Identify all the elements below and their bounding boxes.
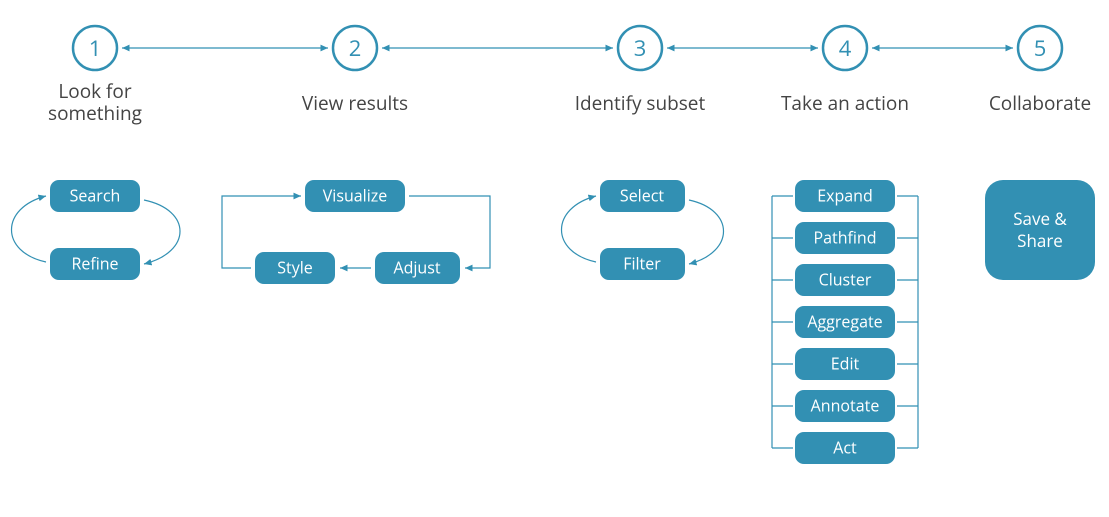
right-bracket <box>897 196 918 448</box>
svg-text:Aggregate: Aggregate <box>807 310 882 332</box>
step-label: View results <box>302 90 408 116</box>
group-collaborate: Save & Share <box>985 180 1095 280</box>
pill-edit: Edit <box>795 348 895 380</box>
step-label: something <box>48 100 142 126</box>
step-circles-row: 1 2 3 4 5 <box>73 26 1062 70</box>
pill-refine: Refine <box>50 248 140 280</box>
pill-expand: Expand <box>795 180 895 212</box>
pill-cluster: Cluster <box>795 264 895 296</box>
svg-text:Visualize: Visualize <box>323 184 387 206</box>
step-number: 4 <box>839 33 852 63</box>
save-share-line: Save & <box>1013 207 1067 230</box>
step-label: Identify subset <box>575 90 706 116</box>
svg-text:Pathfind: Pathfind <box>813 226 876 248</box>
step-number: 1 <box>89 33 102 63</box>
svg-text:Annotate: Annotate <box>811 394 880 416</box>
step-circle-2: 2 <box>333 26 377 70</box>
workflow-diagram: 1 2 3 4 5 Look for something View result… <box>0 0 1109 517</box>
loop-arrow <box>144 200 180 264</box>
group-look-for-something: Search Refine <box>12 180 181 280</box>
svg-text:Cluster: Cluster <box>819 268 872 290</box>
step-number: 5 <box>1034 33 1047 63</box>
svg-text:Edit: Edit <box>831 352 860 374</box>
svg-text:Select: Select <box>620 184 664 206</box>
pill-select: Select <box>600 180 685 212</box>
pill-filter: Filter <box>600 248 685 280</box>
pill-annotate: Annotate <box>795 390 895 422</box>
step-circle-1: 1 <box>73 26 117 70</box>
pill-style: Style <box>255 252 335 284</box>
step-label: Take an action <box>781 90 909 116</box>
group-identify-subset: Select Filter <box>562 180 724 280</box>
pill-pathfind: Pathfind <box>795 222 895 254</box>
svg-text:Search: Search <box>70 184 121 206</box>
pill-act: Act <box>795 432 895 464</box>
step-circle-4: 4 <box>823 26 867 70</box>
step-labels: Look for something View results Identify… <box>48 78 1091 126</box>
step-number: 3 <box>634 33 647 63</box>
pill-aggregate: Aggregate <box>795 306 895 338</box>
pill-search: Search <box>50 180 140 212</box>
step-number: 2 <box>349 33 362 63</box>
pill-visualize: Visualize <box>305 180 405 212</box>
group-take-an-action: Expand Pathfind Cluster Aggregate Edit A… <box>772 180 918 464</box>
svg-text:Act: Act <box>833 436 857 458</box>
loop-arrow <box>689 200 724 264</box>
pill-adjust: Adjust <box>375 252 460 284</box>
svg-text:Filter: Filter <box>623 252 661 274</box>
svg-text:Refine: Refine <box>71 252 118 274</box>
loop-arrow <box>562 196 597 262</box>
save-share-line: Share <box>1017 229 1063 252</box>
step-circle-3: 3 <box>618 26 662 70</box>
step-circle-5: 5 <box>1018 26 1062 70</box>
group-view-results: Visualize Style Adjust <box>222 180 490 284</box>
svg-text:Expand: Expand <box>817 184 873 206</box>
step-label: Collaborate <box>989 90 1091 116</box>
left-bracket <box>772 196 793 448</box>
svg-text:Adjust: Adjust <box>393 256 440 278</box>
svg-text:Style: Style <box>277 256 313 278</box>
loop-arrow <box>12 196 47 262</box>
